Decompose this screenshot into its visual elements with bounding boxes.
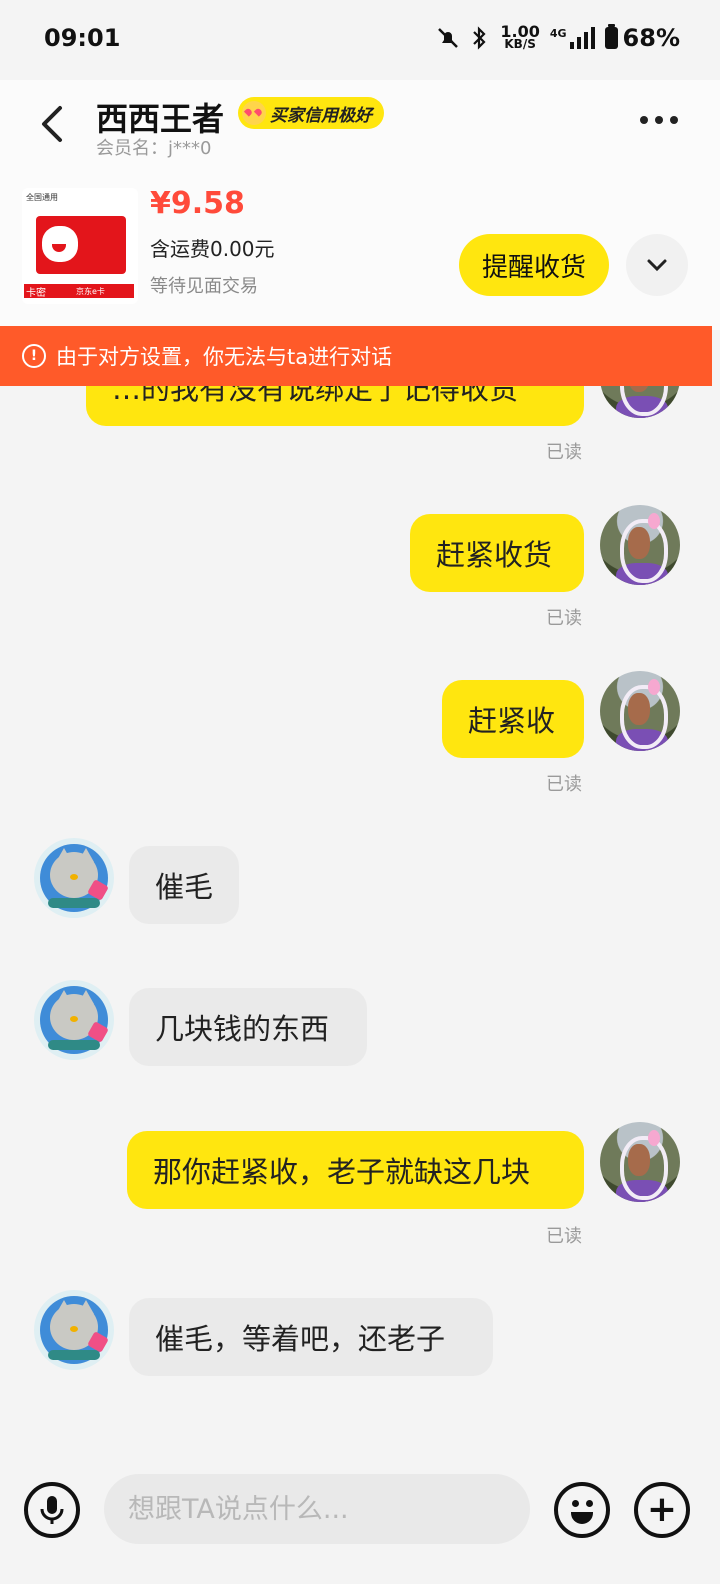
net-speed: 1.00 KB/S <box>500 22 540 51</box>
message-bubble[interactable]: 几块钱的东西 <box>129 988 367 1066</box>
bluetooth-icon <box>473 26 486 50</box>
status-time: 09:01 <box>44 24 121 52</box>
read-receipt: 已读 <box>546 442 582 463</box>
expand-button[interactable] <box>626 234 688 296</box>
read-receipt: 已读 <box>546 774 582 795</box>
thumb-tag: 全国通用 <box>26 193 58 202</box>
heart-eyes-icon <box>242 101 266 125</box>
thumb-label-right: 京东e卡 <box>76 287 105 296</box>
message-bubble[interactable]: 那你赶紧收，老子就缺这几块 <box>127 1131 584 1209</box>
read-receipt: 已读 <box>546 608 582 629</box>
more-options-icon[interactable] <box>640 116 678 124</box>
plus-icon: + <box>646 1489 678 1530</box>
read-receipt: 已读 <box>546 1226 582 1247</box>
chevron-down-icon <box>647 259 667 272</box>
warning-banner: ! 由于对方设置，你无法与ta进行对话 <box>0 326 712 386</box>
contact-avatar[interactable] <box>34 980 114 1060</box>
remind-receipt-button[interactable]: 提醒收货 <box>459 234 609 296</box>
my-avatar[interactable] <box>600 671 680 751</box>
battery-icon <box>604 24 618 49</box>
thumb-label-left: 卡密 <box>26 288 46 299</box>
emoji-button[interactable] <box>554 1482 610 1538</box>
signal-icon: 4G <box>550 27 595 49</box>
shipping-fee: 含运费0.00元 <box>150 237 275 261</box>
status-bar: 09:01 1.00 KB/S 4G 68% <box>0 0 720 80</box>
status-icons: 1.00 KB/S 4G 68% <box>436 24 680 52</box>
credit-badge: 买家信用极好 <box>238 97 384 129</box>
back-arrow-icon[interactable] <box>36 104 68 144</box>
battery-indicator: 68% <box>604 24 680 52</box>
order-status: 等待见面交易 <box>150 276 258 297</box>
my-avatar[interactable] <box>600 505 680 585</box>
contact-avatar[interactable] <box>34 838 114 918</box>
contact-avatar[interactable] <box>34 1290 114 1370</box>
message-bubble[interactable]: 催毛，等着吧，还老子 <box>129 1298 493 1376</box>
product-thumbnail[interactable]: 全国通用 卡密 京东e卡 <box>22 188 138 304</box>
credit-badge-label: 买家信用极好 <box>270 105 372 126</box>
message-bubble[interactable]: 赶紧收货 <box>410 514 584 592</box>
add-button[interactable]: + <box>634 1482 690 1538</box>
mute-bell-icon <box>438 28 459 48</box>
warning-icon: ! <box>22 344 46 368</box>
my-avatar[interactable] <box>600 1122 680 1202</box>
microphone-icon <box>40 1496 64 1524</box>
warning-text: 由于对方设置，你无法与ta进行对话 <box>56 345 393 369</box>
mascot-image <box>42 226 78 262</box>
product-price: ¥9.58 <box>150 186 245 221</box>
member-name: 会员名：j***0 <box>96 138 212 159</box>
message-bubble[interactable]: 赶紧收 <box>442 680 584 758</box>
voice-button[interactable] <box>24 1482 80 1538</box>
message-bubble[interactable]: 催毛 <box>129 846 239 924</box>
message-input[interactable] <box>104 1474 530 1544</box>
